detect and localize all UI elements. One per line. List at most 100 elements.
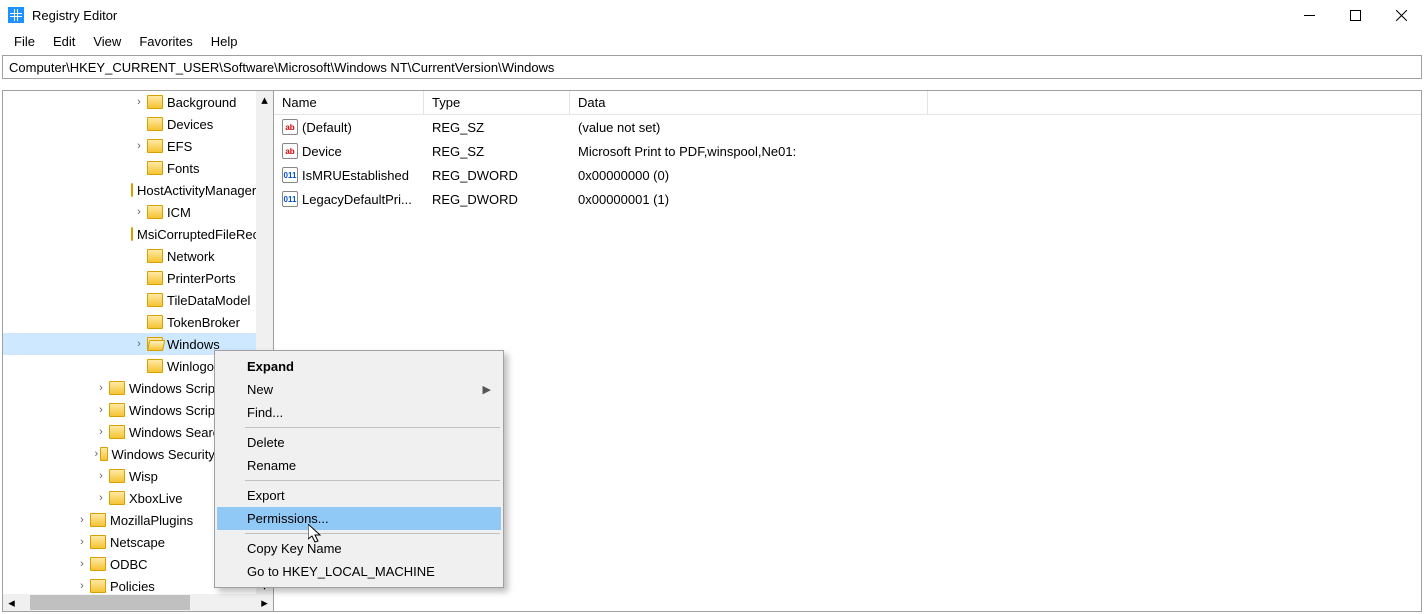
menu-help[interactable]: Help bbox=[203, 32, 246, 51]
tree-item[interactable]: PrinterPorts bbox=[3, 267, 256, 289]
context-menu-label: Copy Key Name bbox=[247, 541, 342, 556]
maximize-button[interactable] bbox=[1332, 0, 1378, 30]
tree-item[interactable]: TileDataModel bbox=[3, 289, 256, 311]
titlebar: Registry Editor bbox=[0, 0, 1424, 30]
expander-icon[interactable]: › bbox=[93, 448, 100, 460]
context-menu-item[interactable]: Expand bbox=[217, 355, 501, 378]
menu-file[interactable]: File bbox=[6, 32, 43, 51]
menu-view[interactable]: View bbox=[85, 32, 129, 51]
col-header-type[interactable]: Type bbox=[424, 91, 570, 114]
value-name: LegacyDefaultPri... bbox=[302, 192, 412, 207]
list-item[interactable]: 011IsMRUEstablishedREG_DWORD0x00000000 (… bbox=[274, 163, 1421, 187]
folder-icon bbox=[147, 293, 163, 307]
context-menu-label: Export bbox=[247, 488, 285, 503]
folder-icon bbox=[147, 95, 163, 109]
scroll-up-button[interactable]: ▴ bbox=[256, 91, 273, 108]
expander-icon[interactable]: › bbox=[131, 338, 147, 350]
context-menu-item[interactable]: Go to HKEY_LOCAL_MACHINE bbox=[217, 560, 501, 583]
tree-item-label: MsiCorruptedFileRecovery bbox=[137, 227, 256, 242]
expander-icon[interactable]: › bbox=[74, 514, 90, 526]
list-item[interactable]: ab(Default)REG_SZ(value not set) bbox=[274, 115, 1421, 139]
folder-icon bbox=[147, 117, 163, 131]
tree-item-label: Fonts bbox=[167, 161, 200, 176]
expander-icon[interactable]: › bbox=[93, 426, 109, 438]
context-menu-label: Rename bbox=[247, 458, 296, 473]
scroll-right-button[interactable]: ▸ bbox=[256, 594, 273, 611]
value-type: REG_DWORD bbox=[424, 192, 570, 207]
scroll-track-h[interactable] bbox=[20, 594, 256, 611]
context-menu-item[interactable]: Permissions... bbox=[217, 507, 501, 530]
value-type: REG_SZ bbox=[424, 120, 570, 135]
folder-icon bbox=[147, 271, 163, 285]
values-list[interactable]: ab(Default)REG_SZ(value not set)abDevice… bbox=[274, 115, 1421, 211]
folder-icon bbox=[147, 337, 163, 351]
context-menu-item[interactable]: New ▶ bbox=[217, 378, 501, 401]
tree-item-label: Windows bbox=[167, 337, 220, 352]
tree-item-label: Wisp bbox=[129, 469, 158, 484]
folder-icon bbox=[90, 557, 106, 571]
window-title: Registry Editor bbox=[32, 8, 117, 23]
scroll-left-button[interactable]: ◂ bbox=[3, 594, 20, 611]
tree-item[interactable]: Fonts bbox=[3, 157, 256, 179]
submenu-arrow-icon: ▶ bbox=[483, 383, 491, 396]
address-text: Computer\HKEY_CURRENT_USER\Software\Micr… bbox=[9, 60, 554, 75]
tree-item[interactable]: MsiCorruptedFileRecovery bbox=[3, 223, 256, 245]
tree-item[interactable]: ›Background bbox=[3, 91, 256, 113]
expander-icon[interactable]: › bbox=[93, 470, 109, 482]
window-controls bbox=[1286, 0, 1424, 30]
context-menu-item[interactable]: Copy Key Name bbox=[217, 537, 501, 560]
value-data: Microsoft Print to PDF,winspool,Ne01: bbox=[570, 144, 928, 159]
tree-item[interactable]: Network bbox=[3, 245, 256, 267]
menu-favorites[interactable]: Favorites bbox=[131, 32, 200, 51]
context-menu-label: Go to HKEY_LOCAL_MACHINE bbox=[247, 564, 435, 579]
expander-icon[interactable]: › bbox=[131, 140, 147, 152]
menu-separator bbox=[245, 427, 500, 428]
tree-item-label: TokenBroker bbox=[167, 315, 240, 330]
folder-icon bbox=[90, 579, 106, 593]
close-button[interactable] bbox=[1378, 0, 1424, 30]
folder-icon bbox=[147, 315, 163, 329]
context-menu: Expand New ▶ Find... Delete Rename Export Permi… bbox=[214, 350, 504, 588]
folder-icon bbox=[109, 425, 125, 439]
context-menu-label: Permissions... bbox=[247, 511, 329, 526]
list-item[interactable]: abDeviceREG_SZMicrosoft Print to PDF,win… bbox=[274, 139, 1421, 163]
expander-icon[interactable]: › bbox=[74, 558, 90, 570]
context-menu-label: Delete bbox=[247, 435, 285, 450]
tree-item[interactable]: › ICM bbox=[3, 201, 256, 223]
folder-icon bbox=[147, 249, 163, 263]
expander-icon[interactable]: › bbox=[74, 536, 90, 548]
string-value-icon: ab bbox=[282, 143, 298, 159]
minimize-button[interactable] bbox=[1286, 0, 1332, 30]
context-menu-item[interactable]: Export bbox=[217, 484, 501, 507]
folder-icon bbox=[90, 535, 106, 549]
menu-edit[interactable]: Edit bbox=[45, 32, 83, 51]
context-menu-item[interactable]: Delete bbox=[217, 431, 501, 454]
scroll-thumb-h[interactable] bbox=[30, 595, 190, 610]
tree-item[interactable]: HostActivityManager bbox=[3, 179, 256, 201]
tree-item[interactable]: TokenBroker bbox=[3, 311, 256, 333]
expander-icon[interactable]: › bbox=[131, 206, 147, 218]
tree-horizontal-scrollbar[interactable]: ◂ ▸ bbox=[3, 594, 273, 611]
menu-separator bbox=[245, 480, 500, 481]
folder-icon bbox=[100, 447, 108, 461]
context-menu-label: New bbox=[247, 382, 273, 397]
tree-item[interactable]: Devices bbox=[3, 113, 256, 135]
tree-item[interactable]: ›EFS bbox=[3, 135, 256, 157]
expander-icon[interactable]: › bbox=[93, 404, 109, 416]
list-item[interactable]: 011LegacyDefaultPri...REG_DWORD0x0000000… bbox=[274, 187, 1421, 211]
tree-item-label: ICM bbox=[167, 205, 191, 220]
value-data: (value not set) bbox=[570, 120, 928, 135]
address-bar[interactable]: Computer\HKEY_CURRENT_USER\Software\Micr… bbox=[2, 55, 1422, 79]
folder-icon bbox=[131, 183, 133, 197]
expander-icon[interactable]: › bbox=[131, 96, 147, 108]
expander-icon[interactable]: › bbox=[74, 580, 90, 592]
context-menu-item[interactable]: Rename bbox=[217, 454, 501, 477]
expander-icon[interactable]: › bbox=[93, 492, 109, 504]
col-header-name[interactable]: Name bbox=[274, 91, 424, 114]
tree-item-label: PrinterPorts bbox=[167, 271, 236, 286]
context-menu-item[interactable]: Find... bbox=[217, 401, 501, 424]
col-header-data[interactable]: Data bbox=[570, 91, 928, 114]
value-type: REG_DWORD bbox=[424, 168, 570, 183]
expander-icon[interactable]: › bbox=[93, 382, 109, 394]
folder-icon bbox=[109, 491, 125, 505]
